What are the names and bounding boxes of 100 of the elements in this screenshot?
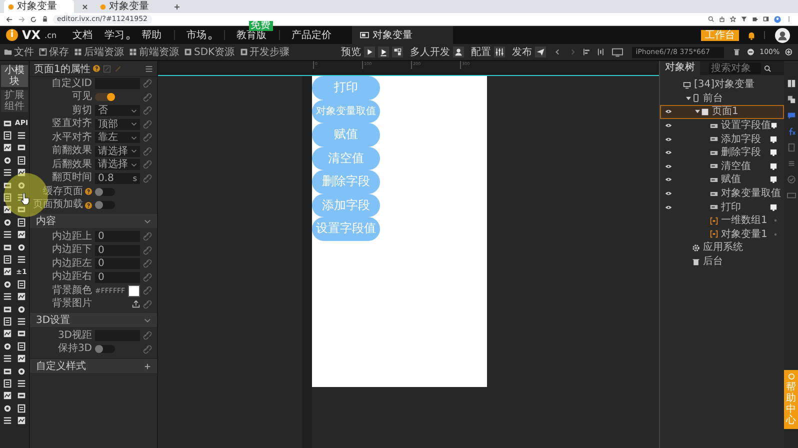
- share-icon[interactable]: [719, 16, 725, 22]
- eye-icon[interactable]: [664, 150, 672, 156]
- chevron-icon[interactable]: [144, 318, 151, 322]
- trash-icon[interactable]: [732, 48, 740, 56]
- browser-tab[interactable]: 对象变量: [96, 0, 166, 13]
- component-icon[interactable]: [17, 292, 26, 302]
- toggle-switch[interactable]: [95, 345, 115, 354]
- reload-icon[interactable]: [30, 16, 37, 22]
- component-icon[interactable]: [17, 230, 26, 240]
- caret-icon[interactable]: [694, 109, 700, 114]
- link-icon[interactable]: [143, 92, 152, 102]
- link-icon[interactable]: [143, 146, 152, 156]
- tree-row[interactable]: 应用系统: [660, 241, 784, 255]
- toggle-switch[interactable]: [95, 93, 115, 102]
- component-icon[interactable]: [17, 378, 26, 388]
- component-icon[interactable]: [17, 404, 26, 413]
- check-circle-icon[interactable]: [786, 175, 796, 184]
- input-field[interactable]: 0: [95, 258, 140, 270]
- close-icon[interactable]: [82, 4, 88, 10]
- component-icon[interactable]: [3, 230, 12, 240]
- back-icon[interactable]: [6, 16, 13, 22]
- toggle-switch[interactable]: [95, 201, 115, 210]
- zoom-icon[interactable]: [708, 16, 714, 22]
- tree-row[interactable]: 添加字段: [660, 132, 784, 146]
- component-icon[interactable]: [17, 354, 26, 364]
- link-icon[interactable]: [143, 79, 152, 88]
- component-icon[interactable]: [3, 304, 12, 314]
- input-field[interactable]: 0: [95, 231, 140, 242]
- link-icon[interactable]: [143, 133, 152, 142]
- tree-tab[interactable]: 对象树: [660, 61, 700, 75]
- help-icon[interactable]: [85, 188, 92, 196]
- component-icon[interactable]: [17, 280, 26, 289]
- tree-row[interactable]: 前台: [660, 92, 784, 106]
- tree-row[interactable]: 一维数组1: [660, 214, 784, 228]
- component-icon[interactable]: [17, 304, 26, 314]
- component-icon[interactable]: [3, 404, 12, 413]
- browser-tab[interactable]: 对象变量: [4, 0, 74, 13]
- component-icon[interactable]: [3, 416, 12, 426]
- chevron-icon[interactable]: [144, 218, 151, 224]
- play-button[interactable]: [378, 46, 390, 58]
- component-icon[interactable]: [3, 354, 12, 364]
- project-tab[interactable]: 对象变量: [352, 26, 453, 44]
- component-icon[interactable]: [3, 118, 12, 128]
- tree-row[interactable]: 设置字段值: [660, 118, 784, 132]
- function-icon[interactable]: [786, 127, 796, 136]
- toolbar-button[interactable]: 前端资源: [129, 45, 179, 59]
- zoom-in-icon[interactable]: [784, 48, 792, 56]
- component-icon[interactable]: [17, 391, 26, 400]
- toolbar-button[interactable]: 后端资源: [74, 45, 124, 59]
- logo-text[interactable]: VX: [22, 28, 41, 42]
- component-icon[interactable]: [3, 280, 12, 289]
- monitor-icon[interactable]: [612, 48, 623, 56]
- nav-link[interactable]: 产品定价: [292, 28, 332, 42]
- tree-row[interactable]: [34]对象变量: [660, 78, 784, 92]
- link-icon[interactable]: [143, 286, 152, 296]
- nav-link[interactable]: 文档: [72, 28, 93, 42]
- link-icon[interactable]: [143, 259, 152, 268]
- component-icon[interactable]: [786, 95, 796, 104]
- nav-link[interactable]: 学习: [104, 28, 125, 42]
- toolbar-button[interactable]: 保存: [39, 45, 69, 59]
- component-icon[interactable]: [3, 131, 12, 140]
- component-icon[interactable]: [17, 143, 26, 152]
- tree-row[interactable]: 删除字段: [660, 146, 784, 160]
- component-icon[interactable]: [17, 342, 26, 351]
- component-icon[interactable]: [3, 242, 12, 252]
- plus-icon[interactable]: [144, 362, 151, 370]
- tree-row[interactable]: 赋值: [660, 173, 784, 187]
- link-icon[interactable]: [143, 120, 152, 129]
- note-icon[interactable]: [770, 149, 777, 156]
- component-icon[interactable]: [17, 254, 26, 264]
- component-icon[interactable]: [3, 267, 12, 276]
- component-icon[interactable]: [3, 329, 12, 338]
- tree-row[interactable]: 打印: [660, 200, 784, 214]
- select-field[interactable]: 靠左: [95, 132, 140, 144]
- eye-icon[interactable]: [664, 109, 672, 114]
- star-icon[interactable]: [730, 16, 736, 22]
- keyboard-icon[interactable]: [786, 191, 796, 200]
- tree-row[interactable]: 后台: [660, 254, 784, 268]
- avatar-icon[interactable]: [775, 28, 790, 42]
- input-field[interactable]: 0: [95, 272, 140, 283]
- chat-icon[interactable]: [786, 111, 796, 120]
- component-icon[interactable]: [17, 316, 26, 326]
- component-icon[interactable]: [3, 180, 12, 190]
- link-icon[interactable]: [143, 106, 152, 116]
- component-icon[interactable]: [3, 205, 12, 214]
- component-icon[interactable]: [3, 193, 12, 202]
- toolbar-button[interactable]: 文件: [4, 45, 34, 59]
- select-field[interactable]: 顶部: [95, 118, 140, 130]
- dropdown-icon[interactable]: [126, 36, 130, 40]
- toolbar-button[interactable]: SDK资源: [184, 45, 235, 59]
- component-icon[interactable]: [17, 168, 26, 178]
- component-icon[interactable]: [17, 366, 26, 376]
- component-icon[interactable]: [3, 378, 12, 388]
- sidebar-icon[interactable]: [763, 16, 769, 22]
- component-icon[interactable]: [17, 242, 26, 252]
- component-icon[interactable]: [3, 342, 12, 351]
- toggle-switch[interactable]: [95, 188, 115, 196]
- profile-icon[interactable]: [774, 16, 781, 22]
- component-icon[interactable]: [3, 168, 12, 178]
- select-field[interactable]: 请选择: [95, 159, 140, 170]
